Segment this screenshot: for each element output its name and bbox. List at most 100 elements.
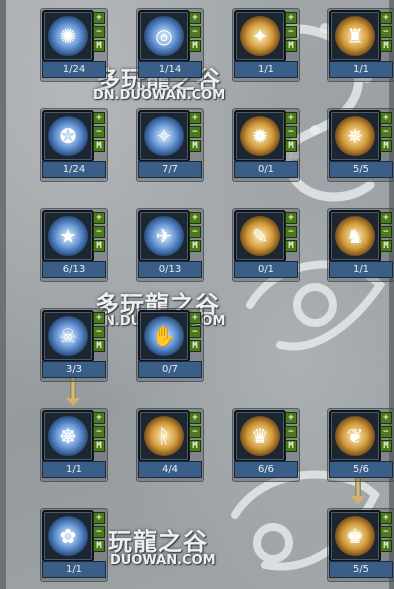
max-button[interactable]: M [189, 340, 201, 352]
plus-button[interactable]: + [189, 412, 201, 424]
plus-button[interactable]: + [189, 312, 201, 324]
skill-level: 5/5 [329, 561, 393, 578]
minus-button[interactable]: − [285, 226, 297, 238]
skill-icon-button[interactable]: ☸ [42, 410, 94, 462]
max-button[interactable]: M [93, 340, 105, 352]
skill-level: 1/24 [42, 161, 106, 178]
skill-icon-button[interactable]: ♜ [329, 10, 381, 62]
skill-controls: + − M [380, 412, 392, 454]
skill-icon-button[interactable]: ✈ [138, 210, 190, 262]
skill-icon: ★ [48, 216, 88, 256]
skill-icon-button[interactable]: ✿ [42, 510, 94, 562]
plus-button[interactable]: + [380, 212, 392, 224]
skill-icon-button[interactable]: ✺ [42, 10, 94, 62]
minus-button[interactable]: − [189, 226, 201, 238]
max-button[interactable]: M [285, 440, 297, 452]
skill-icon-button[interactable]: ✹ [234, 110, 286, 162]
skill-icon: ♛ [240, 416, 280, 456]
max-button[interactable]: M [380, 440, 392, 452]
skill-icon-button[interactable]: ✪ [42, 110, 94, 162]
plus-button[interactable]: + [93, 512, 105, 524]
minus-button[interactable]: − [93, 226, 105, 238]
skill-level: 5/6 [329, 461, 393, 478]
max-button[interactable]: M [285, 40, 297, 52]
skill-slot: ✺ + − M 1/24 [42, 10, 108, 80]
minus-button[interactable]: − [93, 126, 105, 138]
skill-slot: ᚱ + − M 4/4 [138, 410, 204, 480]
minus-button[interactable]: − [93, 426, 105, 438]
plus-button[interactable]: + [285, 112, 297, 124]
max-button[interactable]: M [285, 140, 297, 152]
watermark-url: DUOWAN.COM [110, 553, 216, 568]
skill-level: 0/7 [138, 361, 202, 378]
plus-button[interactable]: + [285, 12, 297, 24]
max-button[interactable]: M [93, 540, 105, 552]
skill-icon-button[interactable]: ✵ [329, 110, 381, 162]
skill-icon: ✪ [48, 116, 88, 156]
plus-button[interactable]: + [93, 112, 105, 124]
plus-button[interactable]: + [380, 12, 392, 24]
skill-icon-button[interactable]: ♚ [329, 510, 381, 562]
plus-button[interactable]: + [285, 212, 297, 224]
max-button[interactable]: M [380, 240, 392, 252]
max-button[interactable]: M [93, 140, 105, 152]
minus-button[interactable]: − [285, 26, 297, 38]
minus-button[interactable]: − [189, 326, 201, 338]
skill-level: 0/13 [138, 261, 202, 278]
plus-button[interactable]: + [93, 312, 105, 324]
plus-button[interactable]: + [380, 512, 392, 524]
max-button[interactable]: M [93, 40, 105, 52]
skill-icon-button[interactable]: ❦ [329, 410, 381, 462]
minus-button[interactable]: − [285, 126, 297, 138]
plus-button[interactable]: + [189, 112, 201, 124]
plus-button[interactable]: + [93, 412, 105, 424]
skill-slot: ✿ + − M 1/1 [42, 510, 108, 580]
max-button[interactable]: M [189, 140, 201, 152]
skill-icon-button[interactable]: ◎ [138, 10, 190, 62]
minus-button[interactable]: − [380, 126, 392, 138]
skill-slot: ☠ + − M 3/3 [42, 310, 108, 380]
skill-slot: ◎ + − M 1/14 [138, 10, 204, 80]
max-button[interactable]: M [380, 540, 392, 552]
minus-button[interactable]: − [189, 426, 201, 438]
skill-icon-button[interactable]: ᚱ [138, 410, 190, 462]
skill-icon-button[interactable]: ★ [42, 210, 94, 262]
minus-button[interactable]: − [380, 526, 392, 538]
max-button[interactable]: M [93, 440, 105, 452]
skill-icon-button[interactable]: ✦ [234, 10, 286, 62]
skill-icon-button[interactable]: ♛ [234, 410, 286, 462]
max-button[interactable]: M [189, 40, 201, 52]
plus-button[interactable]: + [189, 212, 201, 224]
minus-button[interactable]: − [380, 26, 392, 38]
minus-button[interactable]: − [189, 126, 201, 138]
skill-level: 0/1 [234, 261, 298, 278]
minus-button[interactable]: − [93, 326, 105, 338]
skill-controls: + − M [285, 112, 297, 154]
plus-button[interactable]: + [93, 12, 105, 24]
skill-icon-button[interactable]: ✎ [234, 210, 286, 262]
skill-controls: + − M [93, 212, 105, 254]
max-button[interactable]: M [93, 240, 105, 252]
skill-icon-button[interactable]: ✋ [138, 310, 190, 362]
minus-button[interactable]: − [380, 426, 392, 438]
max-button[interactable]: M [380, 140, 392, 152]
max-button[interactable]: M [189, 440, 201, 452]
minus-button[interactable]: − [285, 426, 297, 438]
max-button[interactable]: M [189, 240, 201, 252]
plus-button[interactable]: + [93, 212, 105, 224]
max-button[interactable]: M [285, 240, 297, 252]
skill-icon-button[interactable]: ✧ [138, 110, 190, 162]
minus-button[interactable]: − [380, 226, 392, 238]
max-button[interactable]: M [380, 40, 392, 52]
plus-button[interactable]: + [380, 412, 392, 424]
skill-icon-button[interactable]: ☠ [42, 310, 94, 362]
plus-button[interactable]: + [380, 112, 392, 124]
plus-button[interactable]: + [189, 12, 201, 24]
skill-icon: ✧ [144, 116, 184, 156]
minus-button[interactable]: − [93, 26, 105, 38]
skill-icon-button[interactable]: ♞ [329, 210, 381, 262]
plus-button[interactable]: + [285, 412, 297, 424]
skill-controls: + − M [380, 512, 392, 554]
minus-button[interactable]: − [93, 526, 105, 538]
minus-button[interactable]: − [189, 26, 201, 38]
